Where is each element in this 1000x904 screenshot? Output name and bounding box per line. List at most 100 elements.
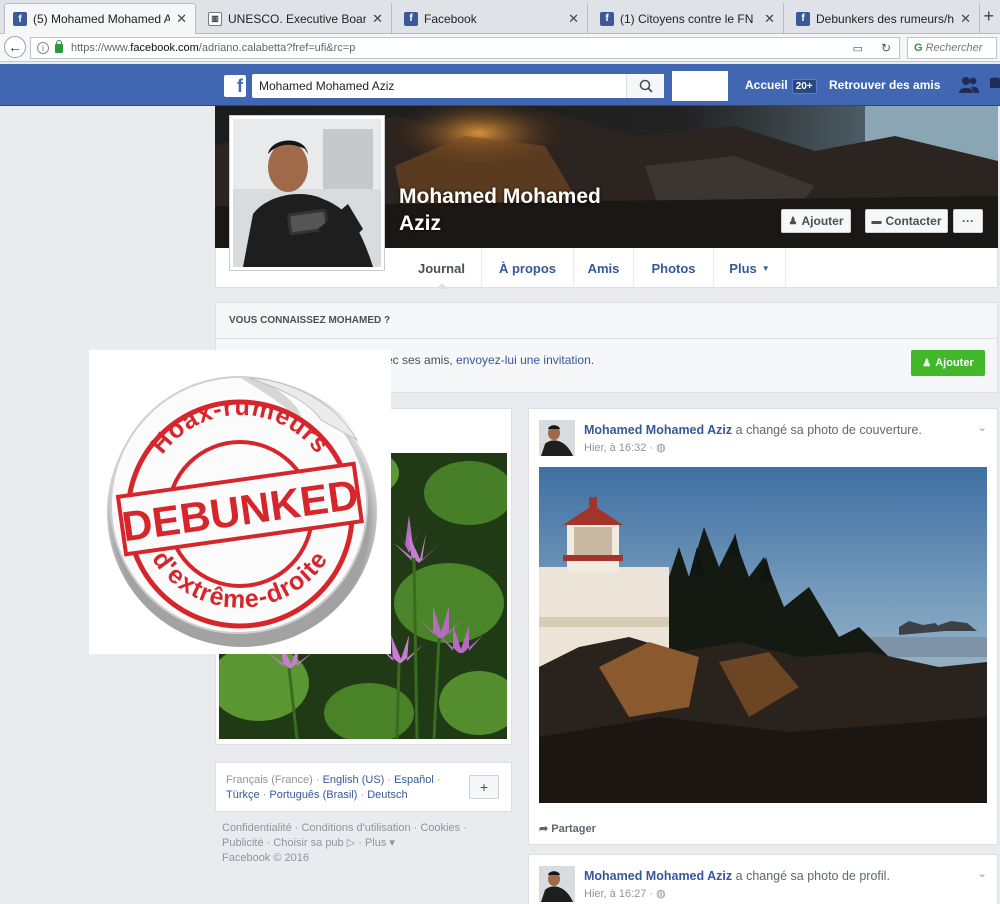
close-icon[interactable]: ✕	[764, 11, 775, 27]
tab-title: Debunkers des rumeurs/ho...	[816, 11, 955, 26]
search-placeholder: Rechercher	[925, 42, 983, 54]
post-action: a changé sa photo de couverture.	[732, 423, 922, 437]
tab-title: (5) Mohamed Mohamed A...	[33, 12, 171, 26]
post-title: Mohamed Mohamed Aziz a changé sa photo d…	[584, 869, 890, 883]
close-icon[interactable]: ✕	[960, 11, 971, 27]
url-prefix: https://www.	[71, 42, 131, 54]
friend-requests-icon[interactable]	[958, 76, 980, 97]
lighthouse-photo[interactable]	[539, 467, 987, 803]
language-link[interactable]: English (US)	[323, 774, 385, 786]
footer-line2[interactable]: Publicité · Choisir sa pub ▷ · Plus ▾	[222, 836, 512, 851]
dropdown-arrow-icon: ▼	[761, 263, 770, 273]
add-friend-icon: ♟	[788, 215, 798, 227]
timeline-post: Mohamed Mohamed Aziz a changé sa photo d…	[528, 408, 998, 845]
globe-icon: ◍	[656, 442, 666, 454]
post-avatar[interactable]	[539, 420, 575, 456]
message-icon: ▬	[871, 215, 882, 227]
close-icon[interactable]: ✕	[176, 11, 187, 27]
post-author-link[interactable]: Mohamed Mohamed Aziz	[584, 869, 732, 883]
browser-tab-1[interactable]: f (5) Mohamed Mohamed A... ✕	[4, 3, 196, 34]
tab-a-propos[interactable]: À propos	[482, 248, 574, 288]
post-time: Hier, à 16:32 ·	[584, 442, 654, 454]
profile-name-line1: Mohamed Mohamed	[399, 185, 601, 208]
language-link[interactable]: Español	[394, 774, 434, 786]
info-icon[interactable]: i	[37, 42, 49, 54]
add-friend-icon: ♟	[922, 357, 932, 369]
tab-label: Journal	[418, 260, 465, 276]
back-button[interactable]: ←	[4, 36, 26, 58]
new-tab-icon[interactable]: +	[983, 6, 994, 27]
chevron-down-icon[interactable]: ⌄	[978, 867, 987, 880]
redacted-box	[672, 71, 728, 101]
tab-photos[interactable]: Photos	[634, 248, 714, 288]
facebook-icon: f	[13, 12, 27, 26]
browser-tab-2[interactable]: ▥ UNESCO. Executive Board; ... ✕	[200, 3, 392, 34]
more-languages-button[interactable]: +	[469, 775, 499, 799]
close-icon[interactable]: ✕	[568, 11, 579, 27]
back-arrow-icon: ←	[8, 39, 22, 55]
tab-label: Photos	[651, 260, 696, 276]
language-selector: Français (France) · English (US) · Españ…	[215, 762, 512, 812]
share-label: Partager	[551, 823, 596, 835]
post-author-link[interactable]: Mohamed Mohamed Aziz	[584, 423, 732, 437]
google-icon: G	[914, 42, 923, 54]
language-link[interactable]: Deutsch	[367, 789, 407, 801]
profile-name[interactable]: Mohamed Mohamed Aziz	[399, 183, 601, 237]
facebook-search-input[interactable]: Mohamed Mohamed Aziz	[252, 74, 664, 98]
notification-badge: 20+	[791, 79, 817, 94]
find-friends-link[interactable]: Retrouver des amis	[829, 78, 940, 92]
post-avatar[interactable]	[539, 866, 575, 902]
lock-icon	[55, 39, 63, 53]
post-timestamp[interactable]: Hier, à 16:27 · ◍	[584, 887, 666, 900]
language-link[interactable]: Türkçe	[226, 789, 260, 801]
footer-line1[interactable]: Confidentialité · Conditions d'utilisati…	[222, 821, 512, 836]
post-action: a changé sa photo de profil.	[732, 869, 890, 883]
facebook-logo-icon[interactable]: f	[224, 75, 246, 97]
share-icon: ➦	[539, 823, 549, 835]
reader-view-icon[interactable]: ▭	[853, 42, 863, 55]
debunked-stamp-overlay: Hoax-rumeurs d'extrême-droite DEBUNKED	[89, 350, 391, 654]
facebook-icon: f	[404, 11, 418, 26]
footer-copyright: Facebook © 2016	[222, 852, 309, 864]
contact-button[interactable]: ▬ Contacter	[865, 209, 948, 233]
browser-nav-bar: ← i https://www. facebook.com/adriano.cal…	[0, 34, 1000, 62]
post-timestamp[interactable]: Hier, à 16:32 · ◍	[584, 441, 666, 454]
tab-plus[interactable]: Plus ▼	[714, 248, 786, 288]
profile-name-line2: Aziz	[399, 212, 441, 235]
facebook-icon: f	[600, 11, 614, 26]
more-options-button[interactable]: ···	[953, 209, 983, 233]
language-link[interactable]: Português (Brasil)	[269, 789, 357, 801]
share-button[interactable]: ➦ Partager	[539, 822, 596, 835]
home-link[interactable]: Accueil 20+	[745, 78, 817, 94]
know-text-after: .	[590, 353, 595, 367]
tab-title: Facebook	[424, 11, 477, 26]
know-text-before: ec ses amis,	[386, 353, 457, 367]
browser-tab-3[interactable]: f Facebook ✕	[396, 3, 588, 34]
url-path: /adriano.calabetta?fref=ufi&rc=p	[198, 42, 356, 54]
add-friend-green-button[interactable]: ♟ Ajouter	[911, 350, 985, 376]
tab-label: Amis	[587, 260, 620, 276]
current-language: Français (France)	[226, 774, 313, 786]
address-bar[interactable]: i https://www. facebook.com/adriano.calab…	[30, 37, 900, 59]
search-icon[interactable]	[626, 74, 664, 98]
language-list: Français (France) · English (US) · Españ…	[226, 774, 441, 801]
know-heading: VOUS CONNAISSEZ MOHAMED ?	[216, 303, 997, 339]
browser-tab-5[interactable]: f Debunkers des rumeurs/ho... ✕	[788, 3, 980, 34]
reload-icon[interactable]: ↻	[881, 41, 891, 55]
timeline-post: Mohamed Mohamed Aziz a changé sa photo d…	[528, 854, 998, 904]
add-friend-label: Ajouter	[801, 214, 844, 228]
tab-title: UNESCO. Executive Board; ...	[228, 11, 367, 26]
url-host: facebook.com	[130, 42, 199, 54]
messages-icon[interactable]	[990, 76, 1000, 97]
add-friend-button[interactable]: ♟ Ajouter	[781, 209, 851, 233]
profile-picture[interactable]	[229, 115, 385, 271]
tab-label: Plus	[729, 260, 757, 276]
browser-tab-4[interactable]: f (1) Citoyens contre le FN ✕	[592, 3, 784, 34]
unesco-icon: ▥	[208, 11, 222, 26]
invite-link[interactable]: envoyez-lui une invitation	[456, 353, 591, 367]
chevron-down-icon[interactable]: ⌄	[978, 421, 987, 434]
close-icon[interactable]: ✕	[372, 11, 383, 27]
tab-amis[interactable]: Amis	[574, 248, 634, 288]
tab-journal[interactable]: Journal	[402, 248, 482, 289]
browser-search-field[interactable]: G Rechercher	[907, 37, 997, 59]
